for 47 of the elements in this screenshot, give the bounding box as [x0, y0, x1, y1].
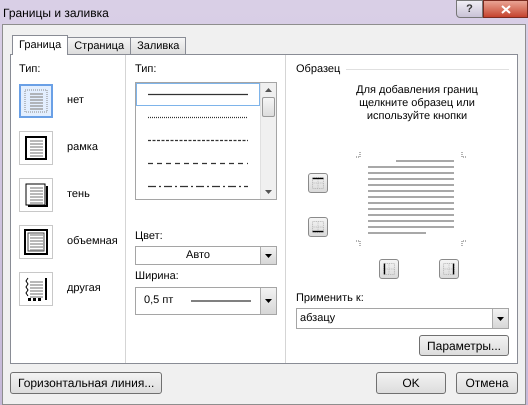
- border-setting-icon: [21, 226, 51, 256]
- width-dropdown[interactable]: 0,5 пт: [135, 286, 277, 314]
- dropdown-arrow-button[interactable]: [260, 247, 276, 264]
- caret-icon: [265, 298, 272, 302]
- caret-icon: [497, 316, 504, 320]
- dropdown-arrow-button[interactable]: [260, 288, 276, 314]
- border-setting-option[interactable]: [19, 178, 53, 212]
- preview-label: Образец: [296, 62, 340, 77]
- color-dropdown[interactable]: Авто: [135, 246, 277, 265]
- options-button[interactable]: Параметры...: [419, 335, 509, 356]
- right-border-button[interactable]: [439, 258, 459, 278]
- border-setting-option[interactable]: [19, 224, 53, 258]
- apply-to-dropdown[interactable]: абзацу: [296, 308, 509, 329]
- scrollbar[interactable]: [260, 82, 276, 198]
- color-label: Цвет:: [135, 228, 164, 244]
- line-width-sample: [191, 300, 251, 302]
- scroll-thumb[interactable]: [262, 96, 275, 116]
- dropdown-arrow-button[interactable]: [492, 309, 508, 328]
- window-title: Границы и заливка: [3, 5, 109, 22]
- setting-option-label: объемная: [67, 234, 118, 250]
- cancel-button[interactable]: Отмена: [456, 372, 518, 394]
- horizontal-line-button[interactable]: Горизонтальная линия...: [10, 372, 162, 394]
- tab[interactable]: Заливка: [131, 37, 186, 54]
- width-label: Ширина:: [135, 269, 180, 284]
- setting-option-label: нет: [67, 93, 84, 108]
- preview-hint: Для добавления границ щелкните образец или используйте кнопки: [355, 84, 479, 122]
- apply-to-label: Применить к:: [296, 290, 365, 306]
- tab[interactable]: Граница: [12, 35, 68, 55]
- border-setting-option[interactable]: [19, 130, 53, 164]
- setting-option-label: тень: [67, 187, 90, 202]
- line-style-item[interactable]: [136, 82, 260, 106]
- scroll-down-icon: [265, 190, 272, 194]
- bottom-border-button[interactable]: [308, 216, 328, 236]
- ok-button[interactable]: OK: [376, 372, 446, 394]
- help-button[interactable]: ?: [456, 0, 483, 18]
- border-setting-option[interactable]: [19, 272, 53, 306]
- style-label: Тип:: [135, 62, 158, 77]
- setting-option-label: рамка: [67, 140, 98, 156]
- setting-option-label: другая: [67, 281, 101, 296]
- close-button[interactable]: [483, 0, 528, 18]
- tab[interactable]: Страница: [68, 37, 132, 54]
- left-border-button[interactable]: [379, 258, 399, 278]
- setting-label: Тип:: [19, 62, 42, 77]
- top-border-button[interactable]: [308, 172, 328, 192]
- caret-icon: [265, 254, 272, 258]
- close-icon: [500, 4, 510, 14]
- scroll-up-icon: [265, 88, 272, 92]
